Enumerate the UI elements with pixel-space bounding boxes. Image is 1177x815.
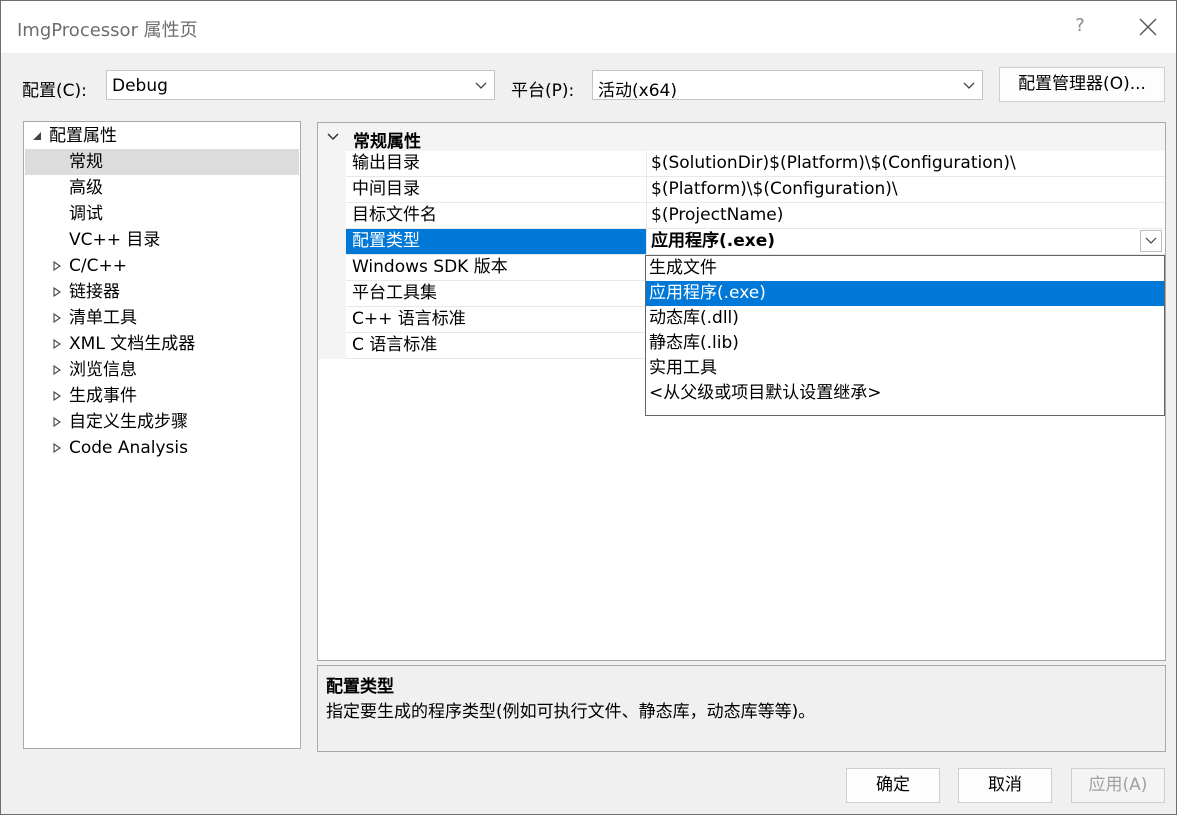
dropdown-option[interactable]: 应用程序(.exe)	[646, 281, 1164, 306]
property-row[interactable]: 目标文件名 $(ProjectName)	[346, 203, 1165, 229]
title-bar: ImgProcessor 属性页 ?	[1, 1, 1176, 53]
dropdown-option[interactable]: 动态库(.dll)	[646, 306, 1164, 331]
collapse-chevron-icon[interactable]	[326, 132, 340, 142]
tree-item-label: Code Analysis	[69, 438, 188, 458]
description-text: 指定要生成的程序类型(例如可执行文件、静态库，动态库等等)。	[326, 702, 816, 722]
tree-item-label: VC++ 目录	[69, 230, 161, 250]
platform-value: 活动(x64)	[598, 81, 677, 101]
expanded-triangle-icon[interactable]	[31, 123, 43, 149]
configuration-select[interactable]: Debug	[106, 70, 495, 100]
collapsed-triangle-icon[interactable]	[51, 279, 63, 305]
close-button[interactable]	[1129, 11, 1167, 43]
chevron-down-icon	[963, 82, 975, 89]
tree-item[interactable]: 清单工具	[25, 305, 299, 331]
chevron-down-icon	[1145, 237, 1157, 244]
configuration-label: 配置(C):	[22, 81, 87, 101]
dropdown-option[interactable]: <从父级或项目默认设置继承>	[646, 381, 1164, 406]
tree-item-label: 清单工具	[69, 308, 137, 328]
dropdown-option[interactable]: 静态库(.lib)	[646, 331, 1164, 356]
property-name: 输出目录	[346, 151, 647, 176]
tree-root-config-properties[interactable]: 配置属性	[25, 123, 299, 149]
property-value[interactable]: 应用程序(.exe)	[648, 229, 1165, 254]
tree-item[interactable]: 浏览信息	[25, 357, 299, 383]
tree-item-label: 生成事件	[69, 386, 137, 406]
tree-item[interactable]: 常规	[25, 149, 299, 175]
property-value[interactable]: $(Platform)\$(Configuration)\	[648, 177, 1165, 202]
tree-item-label: XML 文档生成器	[69, 334, 196, 354]
tree-item[interactable]: C/C++	[25, 253, 299, 279]
collapsed-triangle-icon[interactable]	[51, 357, 63, 383]
property-name: 目标文件名	[346, 203, 647, 228]
tree-item-label: 自定义生成步骤	[69, 412, 188, 432]
property-tree: 配置属性 常规高级调试 VC++ 目录 C/C++ 链接器清单工具 XML 文档生成器浏…	[23, 121, 301, 749]
category-label: 常规属性	[353, 132, 421, 152]
collapsed-triangle-icon[interactable]	[51, 435, 63, 461]
property-value[interactable]: $(SolutionDir)$(Platform)\$(Configuratio…	[648, 151, 1165, 176]
property-name: 中间目录	[346, 177, 647, 202]
property-dropdown-button[interactable]	[1140, 230, 1162, 252]
collapsed-triangle-icon[interactable]	[51, 383, 63, 409]
tree-item[interactable]: 自定义生成步骤	[25, 409, 299, 435]
property-name: C 语言标准	[346, 333, 647, 358]
tree-item[interactable]: Code Analysis	[25, 435, 299, 461]
ok-button[interactable]: 确定	[846, 768, 940, 803]
tree-item[interactable]: 链接器	[25, 279, 299, 305]
property-pages-dialog: ImgProcessor 属性页 ? 配置(C): Debug 平台(P): 活…	[0, 0, 1177, 815]
close-icon	[1139, 18, 1157, 36]
category-header[interactable]: 常规属性	[318, 123, 1165, 152]
property-name: C++ 语言标准	[346, 307, 647, 332]
apply-button[interactable]: 应用(A)	[1071, 768, 1165, 803]
property-name: Windows SDK 版本	[346, 255, 647, 280]
tree-item-label: 浏览信息	[69, 360, 137, 380]
property-row[interactable]: 配置类型 应用程序(.exe)	[346, 229, 1165, 255]
description-panel: 配置类型 指定要生成的程序类型(例如可执行文件、静态库，动态库等等)。	[317, 665, 1166, 752]
collapsed-triangle-icon[interactable]	[51, 253, 63, 279]
tree-item[interactable]: 高级	[25, 175, 299, 201]
tree-item[interactable]: 调试	[25, 201, 299, 227]
tree-item[interactable]: XML 文档生成器	[25, 331, 299, 357]
tree-item-label: 调试	[69, 204, 103, 224]
tree-root-label: 配置属性	[49, 126, 117, 146]
dropdown-option[interactable]: 生成文件	[646, 256, 1164, 281]
property-row[interactable]: 输出目录 $(SolutionDir)$(Platform)\$(Configur…	[346, 151, 1165, 177]
window-title: ImgProcessor 属性页	[17, 20, 198, 41]
collapsed-triangle-icon[interactable]	[51, 305, 63, 331]
tree-item-label: C/C++	[69, 256, 127, 276]
configuration-type-dropdown-list: 生成文件 应用程序(.exe) 动态库(.dll) 静态库(.lib) 实用工具 <从父级…	[645, 255, 1165, 416]
tree-item[interactable]: VC++ 目录	[25, 227, 299, 253]
chevron-down-icon	[475, 82, 487, 89]
help-button[interactable]: ?	[1067, 11, 1093, 41]
property-value[interactable]: $(ProjectName)	[648, 203, 1165, 228]
tree-item-label: 常规	[69, 152, 103, 172]
tree-item-label: 链接器	[69, 282, 120, 302]
platform-label: 平台(P):	[511, 81, 575, 101]
tree-item[interactable]: 生成事件	[25, 383, 299, 409]
configuration-value: Debug	[112, 76, 168, 96]
property-name: 配置类型	[346, 229, 647, 254]
tree-item-label: 高级	[69, 178, 103, 198]
config-manager-button[interactable]: 配置管理器(O)...	[999, 67, 1165, 102]
description-title: 配置类型	[326, 677, 394, 697]
cancel-button[interactable]: 取消	[958, 768, 1052, 803]
property-row[interactable]: 中间目录 $(Platform)\$(Configuration)\	[346, 177, 1165, 203]
collapsed-triangle-icon[interactable]	[51, 331, 63, 357]
property-name: 平台工具集	[346, 281, 647, 306]
grid-gutter	[318, 123, 346, 359]
dropdown-option[interactable]: 实用工具	[646, 356, 1164, 381]
collapsed-triangle-icon[interactable]	[51, 409, 63, 435]
platform-select[interactable]: 活动(x64)	[592, 70, 983, 101]
